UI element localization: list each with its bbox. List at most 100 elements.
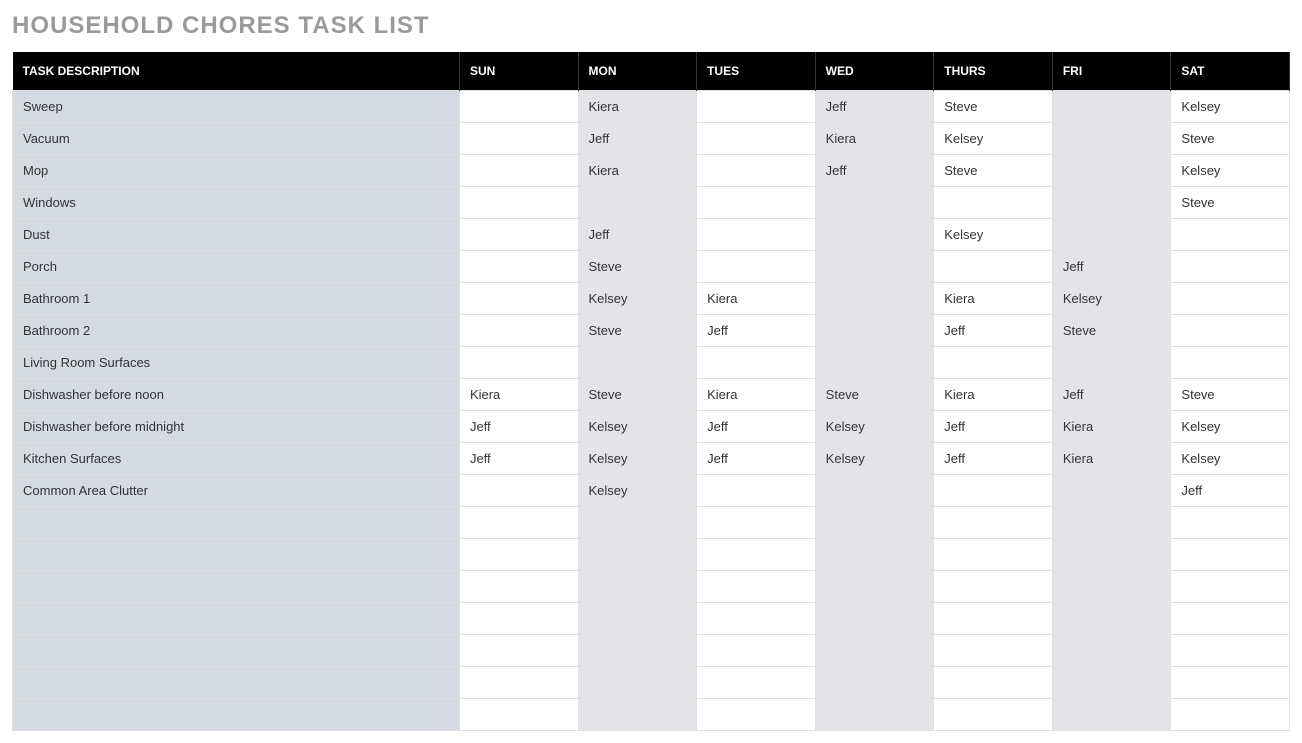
day-cell-sun	[459, 219, 578, 251]
table-row: SweepKieraJeffSteveKelsey	[13, 91, 1290, 123]
day-cell-sat	[1171, 699, 1290, 731]
day-cell-mon: Kelsey	[578, 475, 697, 507]
table-row: Common Area Clutter Kelsey Jeff	[13, 475, 1290, 507]
day-cell-mon	[578, 699, 697, 731]
table-row: Living Room Surfaces	[13, 347, 1290, 379]
day-cell-fri: Steve	[1052, 315, 1171, 347]
day-cell-fri: Kiera	[1052, 443, 1171, 475]
day-cell-thurs	[934, 251, 1053, 283]
day-cell-fri	[1052, 155, 1171, 187]
day-cell-tues	[697, 539, 816, 571]
day-cell-fri	[1052, 667, 1171, 699]
day-cell-sat: Kelsey	[1171, 91, 1290, 123]
task-cell	[13, 699, 460, 731]
day-cell-mon: Steve	[578, 251, 697, 283]
day-cell-fri	[1052, 91, 1171, 123]
day-cell-tues: Jeff	[697, 443, 816, 475]
day-cell-sun: Jeff	[459, 411, 578, 443]
day-cell-sun	[459, 571, 578, 603]
day-cell-wed	[815, 283, 934, 315]
day-cell-wed: Kiera	[815, 123, 934, 155]
day-cell-wed: Steve	[815, 379, 934, 411]
day-cell-fri	[1052, 635, 1171, 667]
day-cell-mon	[578, 635, 697, 667]
day-cell-mon	[578, 667, 697, 699]
day-cell-sat: Steve	[1171, 123, 1290, 155]
day-cell-fri	[1052, 603, 1171, 635]
day-cell-wed: Kelsey	[815, 443, 934, 475]
table-row: Bathroom 1KelseyKieraKieraKelsey	[13, 283, 1290, 315]
table-row	[13, 699, 1290, 731]
day-cell-tues	[697, 635, 816, 667]
day-cell-thurs: Steve	[934, 91, 1053, 123]
task-cell: Dishwasher before midnight	[13, 411, 460, 443]
day-cell-wed: Kelsey	[815, 411, 934, 443]
table-row: DustJeffKelsey	[13, 219, 1290, 251]
day-cell-wed	[815, 219, 934, 251]
chores-table: TASK DESCRIPTION SUN MON TUES WED THURS …	[12, 52, 1290, 731]
day-cell-sun	[459, 91, 578, 123]
day-cell-thurs	[934, 539, 1053, 571]
day-cell-sat: Kelsey	[1171, 443, 1290, 475]
day-cell-sun	[459, 667, 578, 699]
day-cell-tues	[697, 475, 816, 507]
day-cell-thurs: Steve	[934, 155, 1053, 187]
day-cell-sat: Kelsey	[1171, 411, 1290, 443]
day-cell-tues	[697, 347, 816, 379]
day-cell-sat: Jeff	[1171, 475, 1290, 507]
day-cell-fri: Kiera	[1052, 411, 1171, 443]
day-cell-fri	[1052, 475, 1171, 507]
table-row: Bathroom 2SteveJeffJeffSteve	[13, 315, 1290, 347]
day-cell-wed	[815, 667, 934, 699]
day-cell-thurs	[934, 507, 1053, 539]
day-cell-mon: Jeff	[578, 123, 697, 155]
day-cell-tues	[697, 699, 816, 731]
day-cell-sun	[459, 123, 578, 155]
day-cell-wed: Jeff	[815, 155, 934, 187]
task-cell: Mop	[13, 155, 460, 187]
day-cell-thurs: Kelsey	[934, 219, 1053, 251]
day-cell-sat	[1171, 539, 1290, 571]
day-cell-thurs: Jeff	[934, 443, 1053, 475]
col-header-tues: TUES	[697, 52, 816, 91]
day-cell-fri	[1052, 699, 1171, 731]
day-cell-mon: Kiera	[578, 91, 697, 123]
day-cell-tues	[697, 507, 816, 539]
table-row	[13, 571, 1290, 603]
day-cell-sun: Kiera	[459, 379, 578, 411]
col-header-fri: FRI	[1052, 52, 1171, 91]
col-header-mon: MON	[578, 52, 697, 91]
day-cell-tues: Kiera	[697, 379, 816, 411]
day-cell-mon	[578, 539, 697, 571]
col-header-thurs: THURS	[934, 52, 1053, 91]
day-cell-sat	[1171, 283, 1290, 315]
day-cell-fri	[1052, 507, 1171, 539]
day-cell-thurs: Kelsey	[934, 123, 1053, 155]
table-row	[13, 635, 1290, 667]
day-cell-sat: Steve	[1171, 379, 1290, 411]
day-cell-sat	[1171, 635, 1290, 667]
day-cell-mon	[578, 507, 697, 539]
task-cell: Common Area Clutter	[13, 475, 460, 507]
day-cell-wed: Jeff	[815, 91, 934, 123]
table-row	[13, 507, 1290, 539]
day-cell-wed	[815, 187, 934, 219]
day-cell-thurs: Jeff	[934, 315, 1053, 347]
task-cell	[13, 507, 460, 539]
table-row	[13, 667, 1290, 699]
day-cell-sun	[459, 315, 578, 347]
task-cell	[13, 571, 460, 603]
task-cell: Bathroom 1	[13, 283, 460, 315]
task-cell	[13, 635, 460, 667]
day-cell-tues	[697, 603, 816, 635]
day-cell-sun	[459, 251, 578, 283]
day-cell-tues	[697, 123, 816, 155]
col-header-task: TASK DESCRIPTION	[13, 52, 460, 91]
task-cell: Living Room Surfaces	[13, 347, 460, 379]
col-header-sun: SUN	[459, 52, 578, 91]
day-cell-fri	[1052, 571, 1171, 603]
day-cell-mon: Steve	[578, 379, 697, 411]
day-cell-thurs	[934, 635, 1053, 667]
day-cell-tues: Jeff	[697, 315, 816, 347]
table-row: Dishwasher before midnightJeffKelseyJeff…	[13, 411, 1290, 443]
